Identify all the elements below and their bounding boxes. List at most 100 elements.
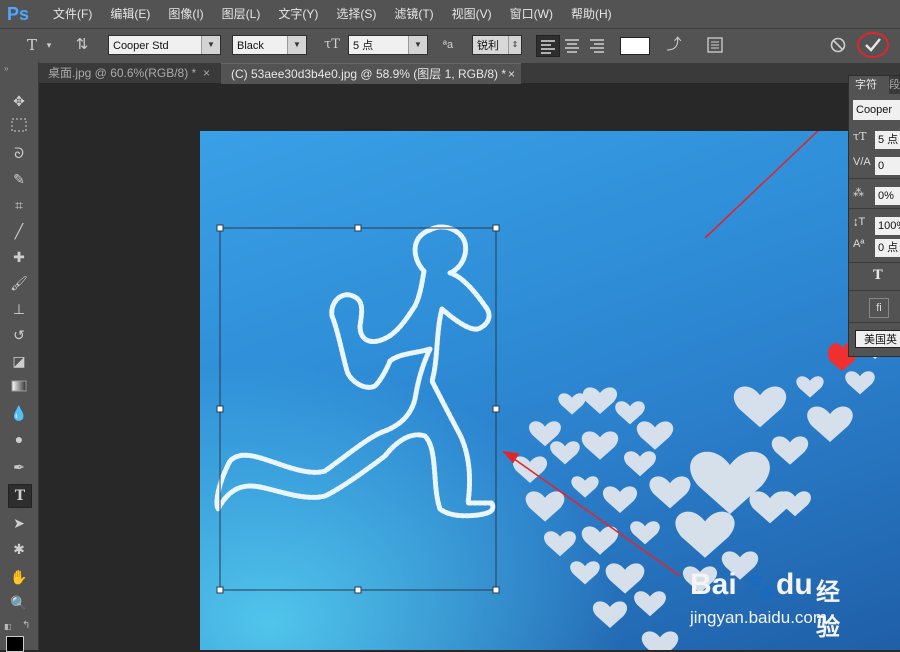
tab-character[interactable]: 字符	[849, 76, 889, 94]
baidu-url: jingyan.baidu.com	[690, 608, 828, 627]
menu-image[interactable]: 图像(I)	[159, 0, 212, 28]
baseline-row: Aª 0 点	[853, 238, 900, 258]
vertical-scale-icon: ↨T	[853, 216, 866, 228]
blur-tool-icon[interactable]: 💧	[8, 402, 30, 424]
font-style-select[interactable]: Black ▼	[232, 35, 307, 55]
font-size-row: τT 5 点	[853, 130, 900, 150]
ligature-button[interactable]: fi	[869, 298, 889, 318]
menu-help[interactable]: 帮助(H)	[562, 0, 621, 28]
baseline-shift-field[interactable]: 0 点	[875, 239, 900, 257]
tab-desktop-jpg[interactable]: 桌面.jpg @ 60.6%(RGB/8) * ×	[38, 63, 216, 83]
faux-bold-button[interactable]: T	[873, 268, 883, 283]
tab-label: 桌面.jpg @ 60.6%(RGB/8) *	[48, 66, 197, 80]
brush-tool-icon[interactable]: 🖌	[8, 272, 30, 294]
text-color-swatch[interactable]	[620, 37, 650, 55]
menu-layer[interactable]: 图层(L)	[213, 0, 270, 28]
warp-text-icon[interactable]: ⤴	[664, 35, 684, 55]
chevron-down-icon[interactable]: ▾	[44, 35, 54, 55]
dodge-tool-icon[interactable]: ●	[8, 428, 30, 450]
type-tool-preset-icon[interactable]: T	[22, 35, 42, 55]
swap-colors-icon[interactable]: ↰	[22, 620, 30, 631]
align-left-icon	[541, 40, 555, 54]
close-icon[interactable]: ×	[203, 63, 210, 83]
tracking-field[interactable]: 0	[875, 157, 900, 175]
photoshop-logo: Ps	[6, 3, 30, 24]
align-right-button[interactable]	[586, 35, 608, 55]
font-size-icon: τT	[324, 37, 340, 52]
toggle-panels-button[interactable]	[705, 35, 725, 55]
paw-icon: 🐾	[746, 573, 776, 600]
antialias-select[interactable]: 锐利 ⇕	[472, 35, 522, 55]
menu-edit[interactable]: 编辑(E)	[101, 0, 159, 28]
baseline-shift-icon: Aª	[853, 238, 865, 250]
healing-brush-tool-icon[interactable]: ✚	[8, 246, 30, 268]
move-tool-icon[interactable]: ✥	[8, 90, 30, 112]
font-style-value: Black	[237, 40, 264, 52]
kerning-icon: V/A	[853, 156, 871, 168]
tab-label: (C) 53aee30d3b4e0.jpg @ 58.9% (图层 1, RGB…	[231, 67, 506, 81]
crop-tool-icon[interactable]: ⌗	[8, 194, 30, 216]
marquee-tool-icon[interactable]	[8, 116, 30, 138]
cancel-edits-button[interactable]	[828, 35, 848, 55]
language-select[interactable]: 美国英	[855, 330, 900, 348]
align-left-button[interactable]	[536, 35, 560, 57]
clone-stamp-tool-icon[interactable]: ⊥	[8, 298, 30, 320]
collapse-icon[interactable]: »	[4, 64, 8, 73]
custom-shape-tool-icon[interactable]: ✱	[8, 538, 30, 560]
menu-select[interactable]: 选择(S)	[327, 0, 385, 28]
font-size-select[interactable]: 5 点 ▼	[348, 35, 428, 55]
tools-panel: » ✥ ᘐ ✎ ⌗ ╱ ✚ 🖌 ⊥ ↺ ◪ 💧 ● ✒ T ➤ ✱ ✋ 🔍 ◧ …	[0, 62, 39, 652]
menu-view[interactable]: 视图(V)	[443, 0, 501, 28]
vertical-scale-field[interactable]: 100%	[875, 217, 900, 235]
pen-tool-icon[interactable]: ✒	[8, 456, 30, 478]
menu-window[interactable]: 窗口(W)	[501, 0, 562, 28]
align-center-button[interactable]	[561, 35, 583, 55]
tab-paragraph[interactable]: 段	[889, 76, 900, 94]
text-orientation-icon[interactable]: ⇅	[72, 35, 92, 55]
font-family-field[interactable]: Cooper	[853, 100, 900, 120]
panels-icon	[707, 37, 723, 53]
divider	[849, 290, 900, 291]
document-tab-bar: 桌面.jpg @ 60.6%(RGB/8) * × (C) 53aee30d3b…	[38, 63, 900, 84]
font-size-value: 5 点	[353, 40, 374, 52]
align-center-icon	[565, 39, 579, 53]
vertical-scale-row: ↨T 100%	[853, 216, 900, 236]
checkmark-icon	[857, 32, 889, 58]
chevron-updown-icon: ⇕	[508, 36, 521, 54]
tracking-row: V/A 0	[853, 156, 900, 176]
default-colors-icon[interactable]: ◧	[4, 622, 12, 631]
menu-file[interactable]: 文件(F)	[44, 0, 101, 28]
lasso-tool-icon[interactable]: ᘐ	[8, 142, 30, 164]
font-family-value: Cooper Std	[113, 40, 169, 52]
baidu-jingyan-text: 经验	[816, 579, 840, 641]
eraser-tool-icon[interactable]: ◪	[8, 350, 30, 372]
menu-type[interactable]: 文字(Y)	[269, 0, 327, 28]
quick-select-tool-icon[interactable]: ✎	[8, 168, 30, 190]
close-icon[interactable]: ×	[508, 64, 515, 84]
commit-edits-button[interactable]	[856, 30, 890, 60]
tab-53aee30d3b4e0-jpg[interactable]: (C) 53aee30d3b4e0.jpg @ 58.9% (图层 1, RGB…	[221, 63, 521, 84]
chevron-down-icon: ▼	[408, 36, 427, 54]
tsume-field[interactable]: 0%	[875, 187, 900, 205]
type-tool-icon[interactable]: T	[8, 484, 32, 508]
menu-filter[interactable]: 滤镜(T)	[385, 0, 442, 28]
divider	[849, 322, 900, 323]
font-family-select[interactable]: Cooper Std ▼	[108, 35, 221, 55]
font-size-icon: τT	[853, 130, 867, 143]
history-brush-tool-icon[interactable]: ↺	[8, 324, 30, 346]
divider	[849, 178, 900, 179]
font-size-field[interactable]: 5 点	[875, 131, 900, 149]
canvas-workspace	[39, 84, 900, 650]
antialias-icon: ªa	[442, 39, 454, 51]
menu-bar: Ps 文件(F) 编辑(E) 图像(I) 图层(L) 文字(Y) 选择(S) 滤…	[0, 0, 900, 28]
zoom-tool-icon[interactable]: 🔍	[8, 592, 30, 614]
options-bar: T ▾ ⇅ Cooper Std ▼ Black ▼ τT 5 点 ▼ ªa 锐…	[0, 28, 900, 64]
tsume-icon: ⁂	[853, 187, 864, 199]
gradient-tool-icon[interactable]	[8, 376, 30, 398]
eyedropper-tool-icon[interactable]: ╱	[8, 220, 30, 242]
hand-tool-icon[interactable]: ✋	[8, 566, 30, 588]
path-select-tool-icon[interactable]: ➤	[8, 512, 30, 534]
baidu-brand-suffix: du	[776, 568, 813, 601]
baidu-watermark: Bai 🐾 du 经验	[690, 568, 860, 641]
align-right-icon	[590, 39, 604, 53]
